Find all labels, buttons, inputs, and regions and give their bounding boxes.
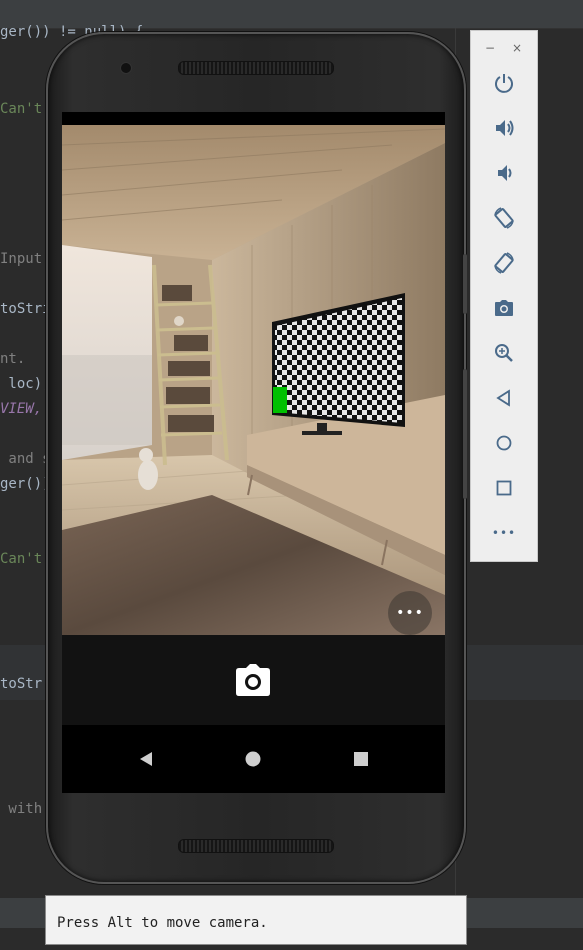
top-speaker <box>178 61 334 75</box>
back-button[interactable] <box>490 384 518 412</box>
back-triangle-icon <box>140 752 152 766</box>
emulator-screen: ••• <box>62 112 445 793</box>
nav-back-button[interactable] <box>137 749 157 769</box>
more-icon: ••• <box>491 526 517 540</box>
code-line: with: <box>0 801 51 817</box>
shutter-button[interactable] <box>233 660 273 700</box>
nav-home-button[interactable] <box>243 749 263 769</box>
side-button <box>463 254 467 314</box>
volume-down-icon <box>498 165 512 181</box>
rotate-right-icon <box>494 252 514 274</box>
code-line: toStri <box>0 301 51 317</box>
volume-down-button[interactable] <box>490 159 518 187</box>
code-line: ger()) <box>0 476 51 492</box>
code-line: nt. <box>0 351 26 367</box>
screenshot-button[interactable] <box>490 294 518 322</box>
volume-up-icon <box>496 120 514 136</box>
zoom-in-icon <box>495 344 513 362</box>
zoom-button[interactable] <box>490 339 518 367</box>
code-line: and s <box>0 451 51 467</box>
minimize-button[interactable]: − <box>485 41 495 55</box>
rotate-right-button[interactable] <box>490 249 518 277</box>
rotate-left-button[interactable] <box>490 204 518 232</box>
more-horizontal-icon: ••• <box>396 605 424 621</box>
overview-icon <box>496 480 512 496</box>
power-icon <box>495 74 513 93</box>
emulator-toolbar: − × ••• <box>470 30 538 562</box>
camera-icon <box>495 300 513 316</box>
code-line: Can't <box>0 101 43 117</box>
camera-icon <box>236 664 270 696</box>
tooltip-text: Press Alt to move camera. <box>57 915 268 931</box>
home-button[interactable] <box>490 429 518 457</box>
bottom-speaker <box>178 839 334 853</box>
code-line: toStr <box>0 676 43 692</box>
nav-recents-button[interactable] <box>351 749 371 769</box>
home-icon <box>496 435 512 451</box>
home-circle-icon <box>245 751 261 767</box>
power-button[interactable] <box>490 69 518 97</box>
volume-up-button[interactable] <box>490 114 518 142</box>
front-camera <box>120 62 132 74</box>
rotate-left-icon <box>494 207 514 229</box>
tooltip: Press Alt to move camera. <box>45 895 467 945</box>
code-line: loc); <box>0 376 51 392</box>
side-button <box>463 369 467 499</box>
more-button[interactable]: ••• <box>490 519 518 547</box>
recents-square-icon <box>354 752 368 766</box>
back-icon <box>496 389 510 407</box>
android-nav-bar <box>62 725 445 793</box>
overview-button[interactable] <box>490 474 518 502</box>
close-button[interactable]: × <box>512 41 522 55</box>
camera-viewfinder[interactable]: ••• <box>62 125 445 635</box>
more-options-button[interactable]: ••• <box>388 591 432 635</box>
code-line: Can't <box>0 551 43 567</box>
virtual-scene <box>62 125 445 635</box>
code-line: VIEW, <box>0 401 43 417</box>
code-line: Input <box>0 251 43 267</box>
status-bar <box>62 112 445 125</box>
camera-controls-bar <box>62 635 445 725</box>
